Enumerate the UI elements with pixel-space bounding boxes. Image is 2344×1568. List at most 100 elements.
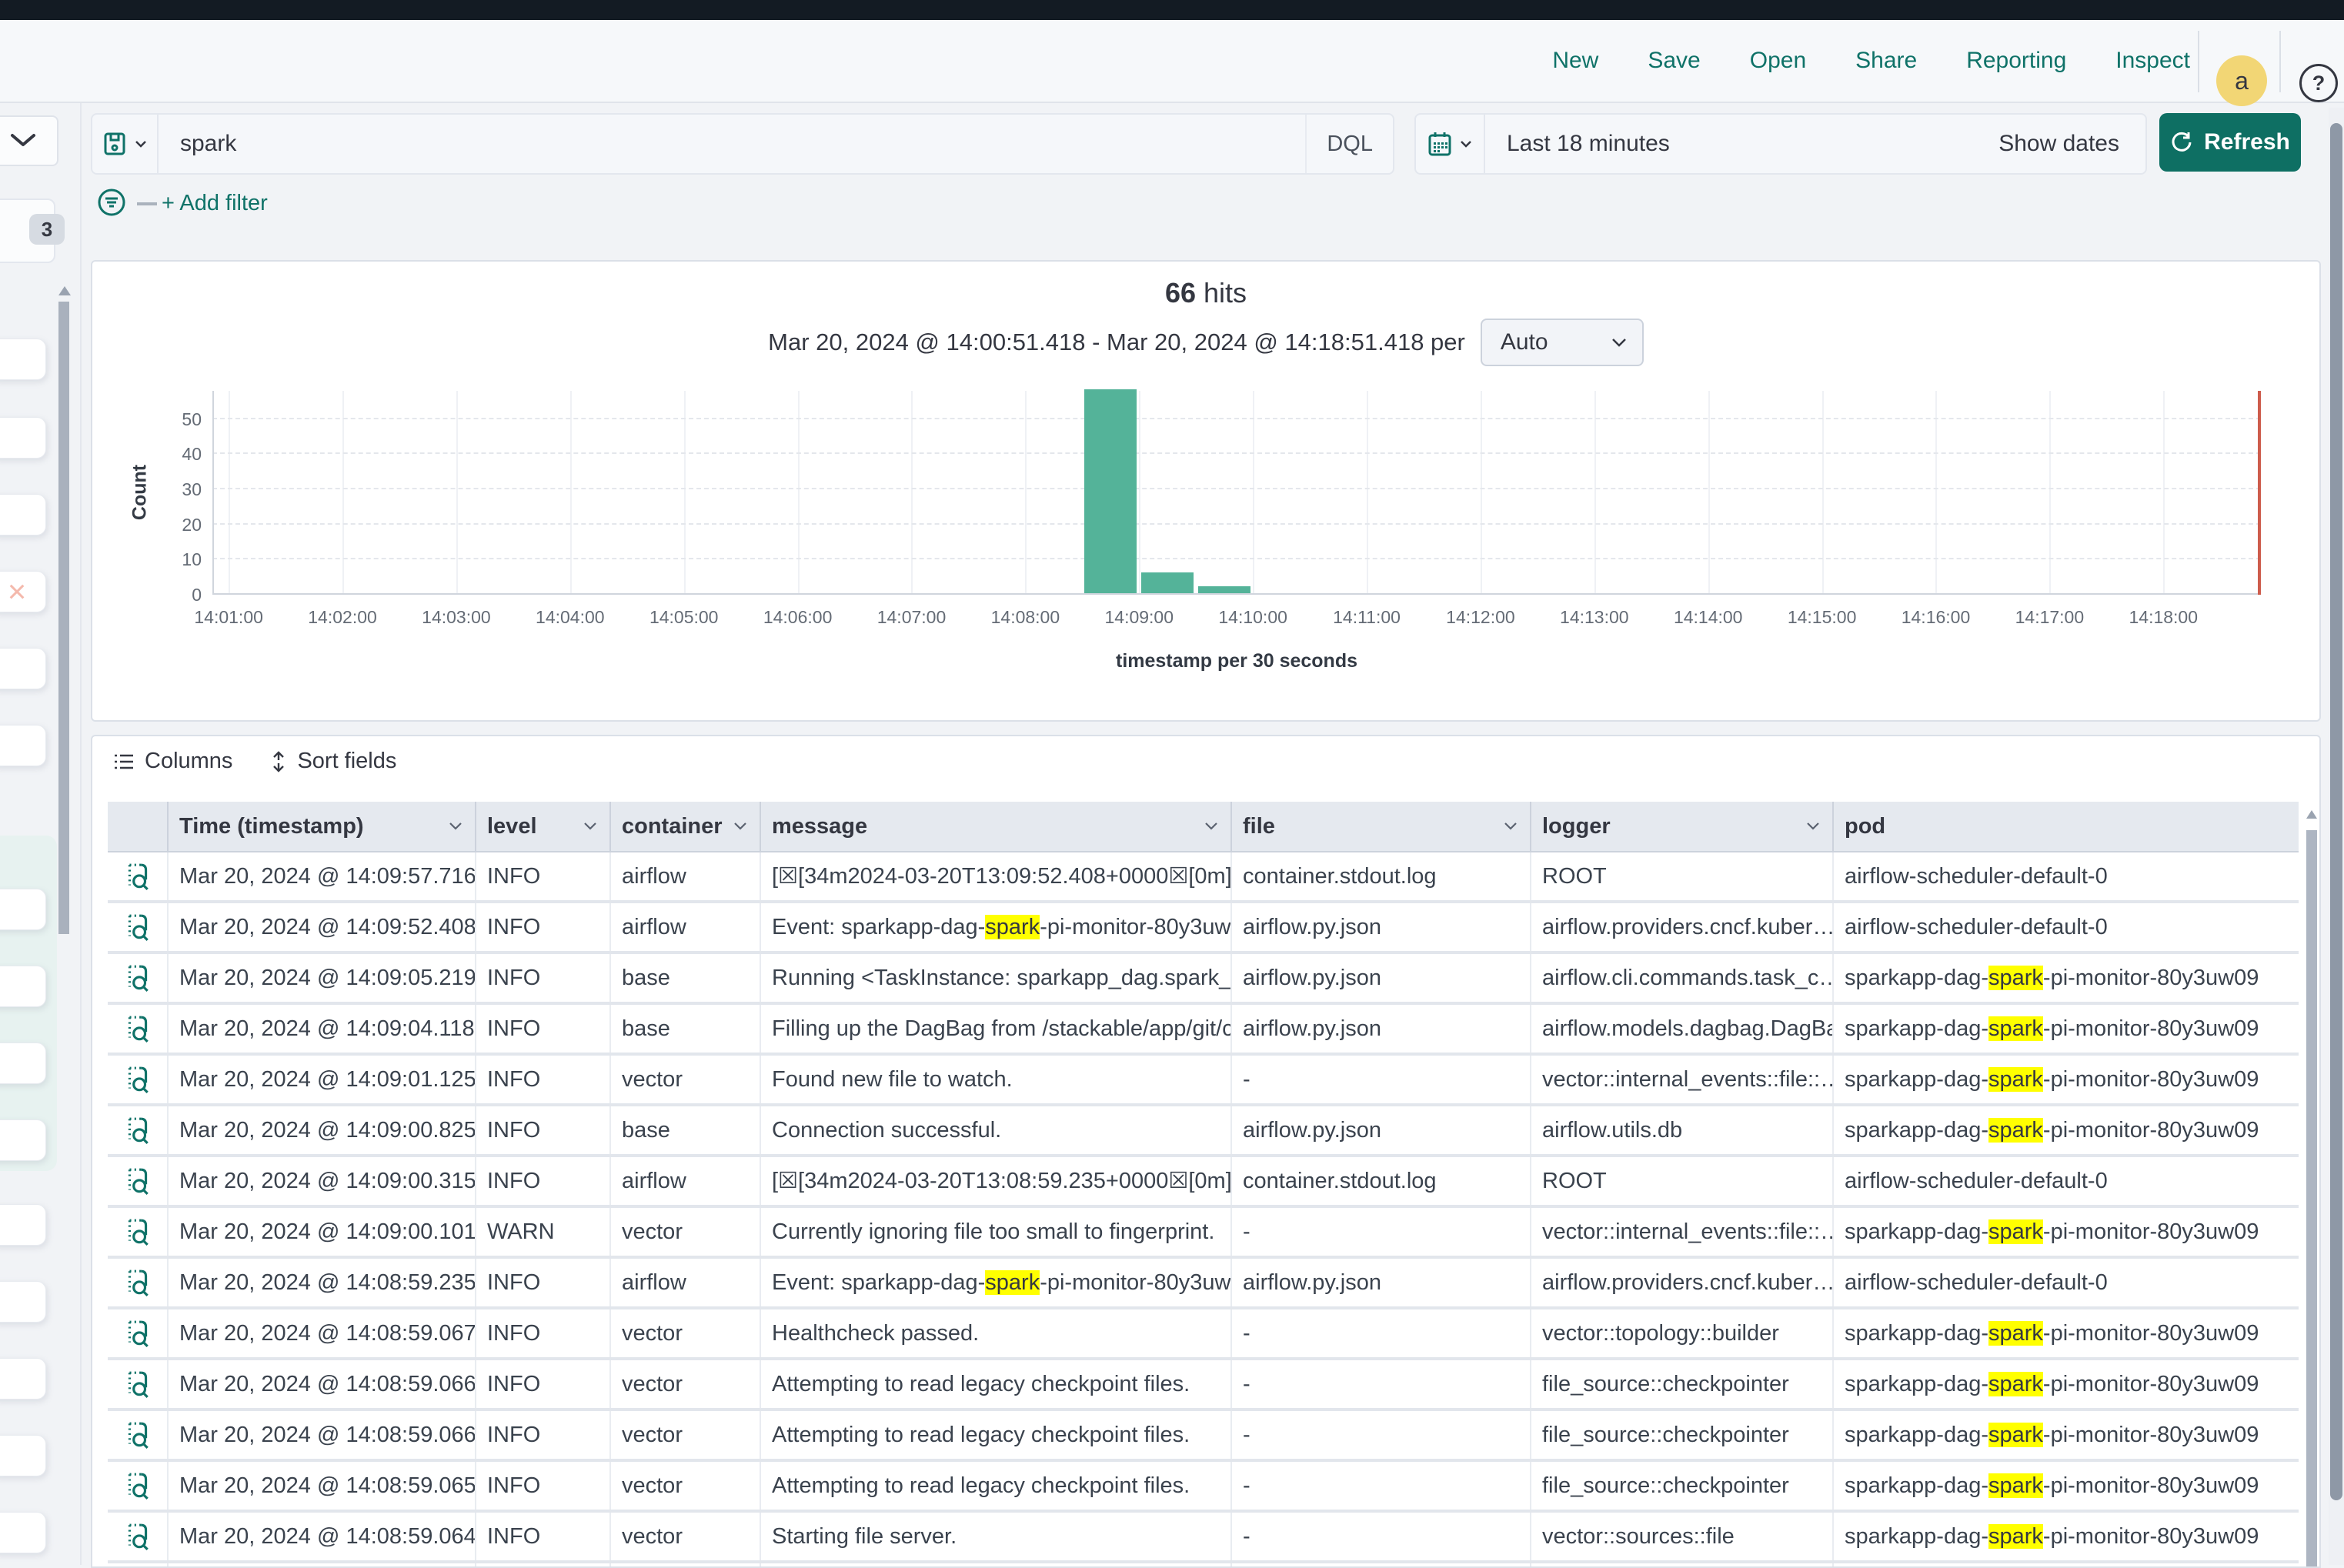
expand-document-button[interactable]	[123, 962, 152, 993]
field-card[interactable]	[0, 1281, 46, 1323]
table-scroll-up-arrow[interactable]	[2306, 810, 2317, 819]
chevron-down-icon[interactable]	[1504, 822, 1518, 831]
table-row[interactable]: Mar 20, 2024 @ 14:08:59.235INFOairflowEv…	[108, 1259, 2299, 1309]
field-card[interactable]	[0, 1119, 46, 1161]
field-card[interactable]	[0, 1435, 46, 1476]
chevron-down-icon[interactable]	[1806, 822, 1820, 831]
nav-link-save[interactable]: Save	[1648, 48, 1700, 74]
table-row[interactable]: Mar 20, 2024 @ 14:08:59.066INFOvectorAtt…	[108, 1360, 2299, 1411]
table-row[interactable]: Mar 20, 2024 @ 14:09:00.825INFObaseConne…	[108, 1106, 2299, 1157]
cell-logger: vector::sources::file	[1530, 1513, 1832, 1560]
histogram-bar[interactable]	[1141, 572, 1194, 593]
field-card[interactable]	[0, 1043, 46, 1084]
add-filter-button[interactable]: + Add filter	[162, 191, 268, 216]
cell-file: container.stdout.log	[1230, 852, 1530, 900]
table-row[interactable]: Mar 20, 2024 @ 14:09:57.716INFOairflow[☒…	[108, 852, 2299, 903]
expand-document-button[interactable]	[123, 1318, 152, 1349]
nav-link-reporting[interactable]: Reporting	[1966, 48, 2066, 74]
chevron-down-icon[interactable]	[1204, 822, 1218, 831]
field-card[interactable]	[0, 1358, 46, 1400]
help-icon[interactable]: ?	[2299, 64, 2338, 102]
table-row[interactable]: Mar 20, 2024 @ 14:09:52.408INFOairflowEv…	[108, 903, 2299, 954]
cell-logger: vector::internal_events::file::…	[1530, 1056, 1832, 1103]
histogram-bar[interactable]	[1084, 389, 1137, 593]
sidebar-scrollbar[interactable]	[58, 302, 69, 934]
table-row[interactable]: Mar 20, 2024 @ 14:08:59.065INFOvectorAtt…	[108, 1462, 2299, 1513]
remove-field-icon[interactable]: ×	[8, 575, 27, 608]
cell-level: INFO	[475, 1259, 609, 1306]
sidebar-scroll-up-arrow[interactable]	[58, 286, 71, 295]
time-range-value[interactable]: Last 18 minutes	[1507, 131, 1998, 157]
table-row[interactable]: Mar 20, 2024 @ 14:09:00.101WARNvectorCur…	[108, 1208, 2299, 1259]
column-header-container[interactable]: container	[609, 802, 760, 851]
column-header-file[interactable]: file	[1230, 802, 1530, 851]
field-card[interactable]	[0, 889, 46, 930]
field-card[interactable]	[0, 339, 46, 380]
column-header-logger[interactable]: logger	[1530, 802, 1832, 851]
cell-logger	[1530, 1563, 1832, 1568]
avatar[interactable]: a	[2216, 55, 2267, 106]
table-row[interactable]: Mar 20, 2024 @ 14:09:05.219INFObaseRunni…	[108, 954, 2299, 1005]
nav-link-open[interactable]: Open	[1750, 48, 1806, 74]
column-header-message[interactable]: message	[760, 802, 1230, 851]
table-row[interactable]: Mar 20, 2024 @ 14:09:00.315INFOairflow[☒…	[108, 1157, 2299, 1208]
chart-time-range: Mar 20, 2024 @ 14:00:51.418 - Mar 20, 20…	[768, 329, 1465, 356]
interval-select[interactable]: Auto	[1481, 319, 1644, 366]
expand-document-button[interactable]	[123, 1064, 152, 1095]
table-row[interactable]: Mar 20, 2024 @ 14:08:59.064INFOvectorSta…	[108, 1513, 2299, 1563]
field-card[interactable]	[0, 494, 46, 535]
histogram-plot[interactable]: 14:01:0014:02:0014:03:0014:04:0014:05:00…	[212, 391, 2261, 595]
table-row[interactable]: Mar 20, 2024 @ 14:08:59.067INFOvectorHea…	[108, 1309, 2299, 1360]
sidebar-collapse-button[interactable]	[0, 115, 58, 166]
app-header: New Save Open Share Reporting Inspect a ?	[0, 20, 2344, 103]
cell-message: Attempting to read legacy checkpoint fil…	[760, 1360, 1230, 1408]
cell-logger: airflow.cli.commands.task_c…	[1530, 954, 1832, 1002]
saved-query-menu[interactable]	[92, 115, 159, 173]
chevron-down-icon[interactable]	[449, 822, 462, 831]
expand-document-button[interactable]	[123, 1216, 152, 1247]
expand-document-button[interactable]	[123, 1521, 152, 1552]
search-input[interactable]: spark	[180, 131, 1305, 157]
field-card[interactable]	[0, 1204, 46, 1246]
expand-document-button[interactable]	[123, 1013, 152, 1044]
refresh-button[interactable]: Refresh	[2159, 113, 2301, 172]
field-card[interactable]	[0, 1512, 46, 1553]
column-header-time[interactable]: Time (timestamp)	[167, 802, 475, 851]
table-scrollbar[interactable]	[2306, 830, 2317, 1566]
expand-document-button[interactable]	[123, 861, 152, 892]
expand-document-button[interactable]	[123, 1267, 152, 1298]
field-card[interactable]	[0, 966, 46, 1007]
columns-button[interactable]: Columns	[114, 749, 232, 774]
cell-time: Mar 20, 2024 @ 14:08:59.067	[167, 1309, 475, 1357]
chevron-down-icon[interactable]	[733, 822, 747, 831]
column-header-pod[interactable]: pod	[1832, 802, 2299, 851]
column-header-level[interactable]: level	[475, 802, 609, 851]
quick-select-menu[interactable]	[1416, 115, 1485, 173]
expand-document-button[interactable]	[123, 1166, 152, 1196]
expand-document-button[interactable]	[123, 1369, 152, 1400]
chevron-down-icon[interactable]	[583, 822, 597, 831]
cell-container: vector	[609, 1411, 760, 1459]
expand-document-button[interactable]	[123, 1115, 152, 1146]
field-card[interactable]: ×	[0, 571, 46, 612]
table-row[interactable]: Mar 20, 2024 @ 14:08:59.066INFOvectorAtt…	[108, 1411, 2299, 1462]
nav-link-new[interactable]: New	[1552, 48, 1598, 74]
expand-document-button[interactable]	[123, 912, 152, 942]
field-card[interactable]	[0, 417, 46, 459]
query-language-button[interactable]: DQL	[1305, 115, 1393, 173]
table-row[interactable]: Mar 20, 2024 @ 14:09:04.118INFObaseFilli…	[108, 1005, 2299, 1056]
histogram-bar[interactable]	[1198, 586, 1250, 593]
page-scrollbar[interactable]	[2330, 123, 2342, 1500]
cell-file: airflow.py.json	[1230, 954, 1530, 1002]
sort-fields-button[interactable]: Sort fields	[271, 749, 396, 774]
field-card[interactable]	[0, 725, 46, 766]
table-row[interactable]	[108, 1563, 2299, 1568]
field-card[interactable]	[0, 648, 46, 689]
show-dates-button[interactable]: Show dates	[1998, 131, 2145, 157]
expand-document-button[interactable]	[123, 1420, 152, 1450]
table-row[interactable]: Mar 20, 2024 @ 14:09:01.125INFOvectorFou…	[108, 1056, 2299, 1106]
filter-icon[interactable]	[97, 188, 126, 221]
nav-link-share[interactable]: Share	[1855, 48, 1917, 74]
nav-link-inspect[interactable]: Inspect	[2115, 48, 2190, 74]
expand-document-button[interactable]	[123, 1470, 152, 1501]
